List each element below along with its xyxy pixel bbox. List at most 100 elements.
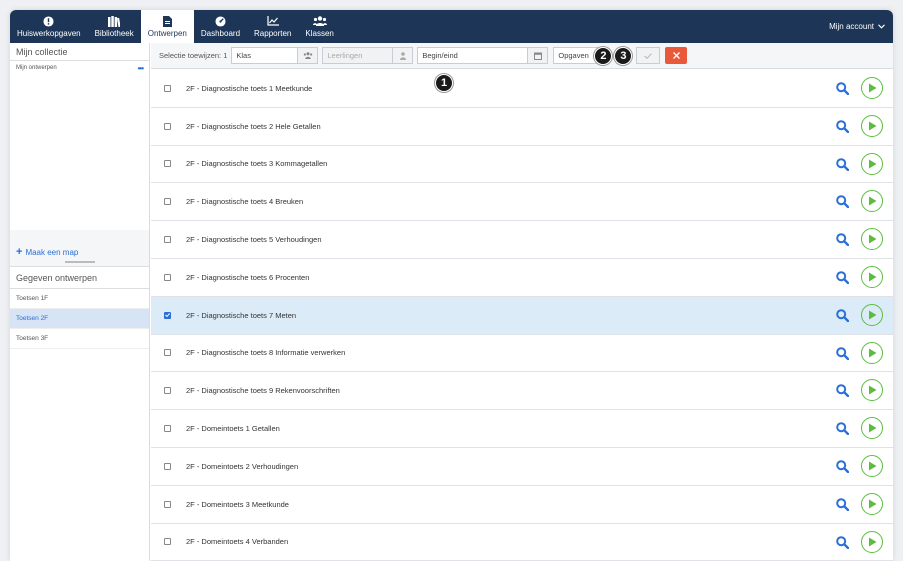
tasks-select[interactable]: Opgaven [553,47,600,64]
list-item[interactable]: 2F - Diagnostische toets 1 Meetkunde [151,70,893,108]
account-menu[interactable]: Mijn account [829,10,885,43]
row-title: 2F - Diagnostische toets 9 Rekenvoorschr… [186,386,340,396]
play-icon[interactable] [861,152,883,175]
search-icon[interactable] [836,497,850,513]
user-icon [393,47,414,64]
list-item[interactable]: 2F - Diagnostische toets 4 Breuken [151,183,893,222]
play-icon[interactable] [861,379,883,402]
list-item[interactable]: 2F - Diagnostische toets 5 Verhoudingen [151,221,893,259]
list-item[interactable]: 2F - Diagnostische toets 9 Rekenvoorschr… [151,372,893,411]
row-checkbox[interactable] [164,236,171,244]
list-item[interactable]: 2F - Domeintoets 3 Meetkunde [151,486,893,524]
play-icon[interactable] [861,228,883,251]
play-icon[interactable] [861,114,883,137]
chart-icon [267,15,279,27]
play-icon[interactable] [861,492,883,515]
design-list: 2F - Diagnostische toets 1 Meetkunde 2F -… [151,70,893,561]
row-checkbox[interactable] [164,349,171,357]
my-designs-item[interactable]: Mijn ontwerpen ••• [10,61,149,75]
collection-panel: Mijn collectie Mijn ontwerpen ••• [10,43,149,230]
cancel-button[interactable] [665,47,688,64]
row-title: 2F - Domeintoets 3 Meetkunde [186,499,289,509]
sidebar-item-toetsen-3f[interactable]: Toetsen 3F [10,329,149,349]
list-item[interactable]: 2F - Domeintoets 1 Getallen [151,410,893,448]
search-icon[interactable] [836,233,850,248]
play-icon[interactable] [861,454,883,477]
nav-item-rapporten[interactable]: Rapporten [247,10,298,43]
row-title: 2F - Diagnostische toets 6 Procenten [186,272,310,282]
search-icon[interactable] [836,157,850,173]
row-checkbox[interactable] [164,273,171,281]
nav-item-dashboard[interactable]: Dashboard [194,10,247,43]
play-icon[interactable] [861,77,883,99]
nav-label: Ontwerpen [147,29,187,38]
row-checkbox[interactable] [164,198,171,206]
row-checkbox[interactable] [164,122,171,130]
search-icon[interactable] [836,195,850,210]
more-options-icon[interactable]: ••• [138,64,144,73]
checkmark-icon [644,52,653,59]
add-folder-button[interactable]: + Maak een map [16,246,78,258]
list-item[interactable]: 2F - Diagnostische toets 2 Hele Getallen [151,108,893,146]
class-select[interactable]: Klas [231,47,299,64]
row-checkbox[interactable] [164,462,171,470]
assign-toolbar: Selectie toewijzen: 1 Klas Leerlingen Be… [151,43,893,69]
play-icon[interactable] [861,341,883,364]
search-icon[interactable] [836,422,850,437]
list-item[interactable]: 2F - Diagnostische toets 6 Procenten [151,259,893,297]
search-icon[interactable] [836,384,850,399]
dashboard-icon [215,15,226,27]
row-checkbox[interactable] [164,311,171,319]
nav-label: Bibliotheek [94,29,134,38]
play-icon[interactable] [861,303,883,326]
nav-item-bibliotheek[interactable]: Bibliotheek [88,10,141,43]
search-icon[interactable] [836,308,850,324]
list-item[interactable]: 2F - Diagnostische toets 8 Informatie ve… [151,335,893,373]
search-icon[interactable] [836,346,850,362]
nav-label: Huiswerkopgaven [17,29,81,38]
group-icon [298,47,319,64]
chevron-down-icon [878,24,885,29]
row-title: 2F - Diagnostische toets 5 Verhoudingen [186,235,322,245]
play-icon[interactable] [861,530,883,553]
list-item[interactable]: 2F - Diagnostische toets 7 Meten [151,296,893,335]
play-icon[interactable] [861,190,883,213]
search-icon[interactable] [836,535,850,551]
row-title: 2F - Domeintoets 4 Verbanden [186,537,289,547]
search-icon[interactable] [836,82,850,97]
row-checkbox[interactable] [164,84,171,92]
play-icon[interactable] [861,265,883,288]
given-designs-panel: Gegeven ontwerpen Toetsen 1F Toetsen 2F … [10,266,149,561]
close-icon [672,52,680,59]
list-item[interactable]: 2F - Diagnostische toets 3 Kommagetallen [151,146,893,184]
collection-title: Mijn collectie [10,43,149,61]
document-icon [162,15,172,27]
row-title: 2F - Diagnostische toets 1 Meetkunde [186,83,313,93]
plus-icon: + [16,246,23,258]
callout-badge-3: 3 [614,46,633,65]
confirm-button[interactable] [636,47,661,64]
date-range-input[interactable]: Begin/eind [417,47,529,64]
nav-label: Klassen [305,29,334,38]
row-checkbox[interactable] [164,425,171,433]
resize-handle[interactable] [65,261,95,263]
nav-item-ontwerpen[interactable]: Ontwerpen [140,10,194,43]
search-icon[interactable] [836,460,850,475]
play-icon[interactable] [861,417,883,440]
calendar-icon[interactable] [528,47,549,64]
row-checkbox[interactable] [164,387,171,395]
nav-item-klassen[interactable]: Klassen [298,10,340,43]
row-checkbox[interactable] [164,500,171,508]
callout-badge-2: 2 [594,46,613,65]
row-checkbox[interactable] [164,160,171,168]
row-checkbox[interactable] [164,538,171,546]
search-icon[interactable] [836,119,850,135]
row-title: 2F - Domeintoets 2 Verhoudingen [186,461,299,471]
sidebar-item-toetsen-1f[interactable]: Toetsen 1F [10,289,149,309]
list-item[interactable]: 2F - Domeintoets 2 Verhoudingen [151,448,893,486]
list-item[interactable]: 2F - Domeintoets 4 Verbanden [151,524,893,561]
search-icon[interactable] [836,271,850,286]
nav-item-huiswerkopgaven[interactable]: Huiswerkopgaven [10,10,88,43]
sidebar-item-toetsen-2f[interactable]: Toetsen 2F [10,309,149,329]
students-select[interactable]: Leerlingen [322,47,394,64]
